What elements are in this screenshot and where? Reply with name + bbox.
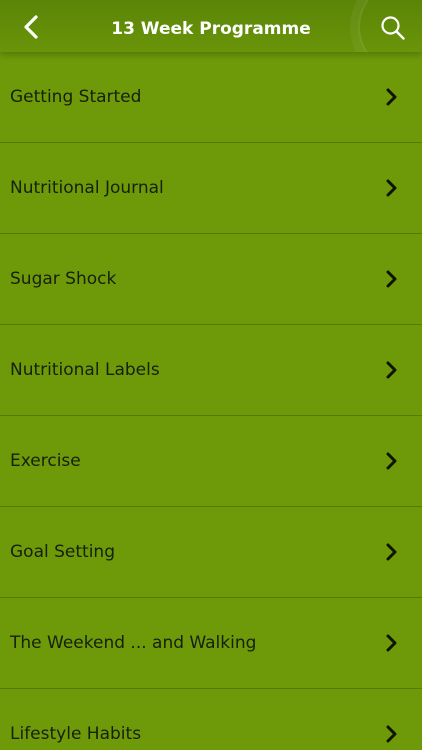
list-item-label: Nutritional Labels [10, 360, 160, 380]
chevron-right-icon [384, 361, 398, 379]
app-screen: 13 Week Programme Getting Started Nutrit… [0, 0, 422, 750]
list-item-weekend-walking[interactable]: The Weekend ... and Walking [0, 598, 422, 689]
list-item-label: Goal Setting [10, 542, 115, 562]
list-item-label: Nutritional Journal [10, 178, 164, 198]
list-item-getting-started[interactable]: Getting Started [0, 52, 422, 143]
chevron-right-icon [384, 543, 398, 561]
search-button[interactable] [378, 13, 408, 43]
programme-week-list: Getting Started Nutritional Journal Suga… [0, 52, 422, 750]
list-item-exercise[interactable]: Exercise [0, 416, 422, 507]
chevron-right-icon [384, 179, 398, 197]
list-item-label: Getting Started [10, 87, 142, 107]
chevron-right-icon [384, 270, 398, 288]
list-item-lifestyle-habits[interactable]: Lifestyle Habits [0, 689, 422, 750]
list-item-sugar-shock[interactable]: Sugar Shock [0, 234, 422, 325]
chevron-right-icon [384, 725, 398, 743]
list-item-label: Lifestyle Habits [10, 724, 142, 744]
navigation-bar: 13 Week Programme [0, 0, 422, 52]
chevron-right-icon [384, 634, 398, 652]
chevron-right-icon [384, 88, 398, 106]
chevron-left-icon [24, 15, 38, 39]
list-item-label: The Weekend ... and Walking [10, 633, 257, 653]
page-title: 13 Week Programme [111, 19, 311, 39]
back-button[interactable] [18, 13, 44, 41]
list-item-label: Exercise [10, 451, 81, 471]
list-item-nutritional-journal[interactable]: Nutritional Journal [0, 143, 422, 234]
list-item-nutritional-labels[interactable]: Nutritional Labels [0, 325, 422, 416]
search-icon [381, 16, 405, 40]
chevron-right-icon [384, 452, 398, 470]
list-item-label: Sugar Shock [10, 269, 117, 289]
list-item-goal-setting[interactable]: Goal Setting [0, 507, 422, 598]
